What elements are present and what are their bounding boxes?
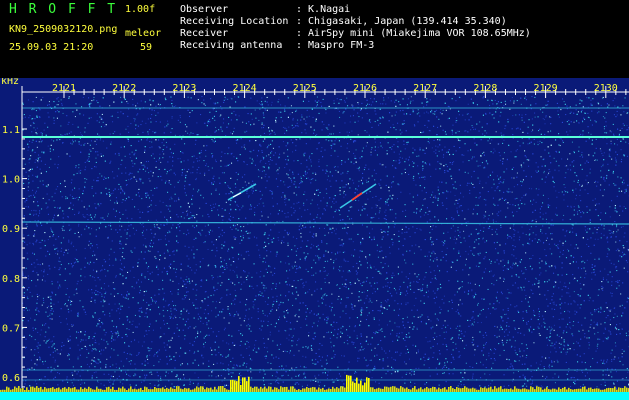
x-tick-label: 2127 <box>413 83 437 94</box>
y-tick-label: 0.8 <box>2 274 20 285</box>
datetime-label: 25.09.03 21:20 <box>9 42 94 53</box>
y-tick-label: 1.0 <box>2 175 20 186</box>
y-tick-label: 0.6 <box>2 373 20 384</box>
spectrogram-plot: 1.1 1.0 0.9 0.8 0.7 0.6 kHz 2121 2122 2123 2124 212… <box>0 78 629 400</box>
y-tick-label: 0.9 <box>2 224 20 235</box>
antenna-value: : Maspro FM-3 <box>296 40 375 51</box>
y-tick-label: 0.7 <box>2 323 20 334</box>
baseline-bar <box>0 392 629 400</box>
observer-value: : K.Nagai <box>296 4 351 15</box>
location-value: : Chigasaki, Japan (139.414 35.340) <box>296 16 507 27</box>
count-label: 59 <box>140 42 153 53</box>
x-tick-label: 2125 <box>293 83 317 94</box>
y-unit-label: kHz <box>1 78 19 87</box>
mode-label: meleor <box>125 28 162 39</box>
hroft-logo: H R O F F T <box>9 2 118 17</box>
antenna-label: Receiving antenna <box>180 40 283 51</box>
filename-label: KN9_2509032120.png <box>9 24 118 35</box>
header-panel: H R O F F T 1.00f KN9_2509032120.png mel… <box>0 0 629 78</box>
x-tick-label: 2121 <box>52 83 76 94</box>
x-tick-label: 2130 <box>594 83 618 94</box>
x-tick-label: 2129 <box>534 83 558 94</box>
location-label: Receiving Location <box>180 16 289 27</box>
x-tick-label: 2124 <box>233 83 257 94</box>
observer-label: Observer <box>180 4 229 15</box>
x-tick-label: 2126 <box>353 83 377 94</box>
receiver-label: Receiver <box>180 28 229 39</box>
y-tick-label: 1.1 <box>2 125 20 136</box>
receiver-value: : AirSpy mini (Miakejima VOR 108.65MHz) <box>296 28 531 39</box>
x-tick-label: 2122 <box>112 83 136 94</box>
x-tick-label: 2123 <box>172 83 196 94</box>
x-tick-label: 2128 <box>473 83 497 94</box>
version-label: 1.00f <box>125 4 156 15</box>
